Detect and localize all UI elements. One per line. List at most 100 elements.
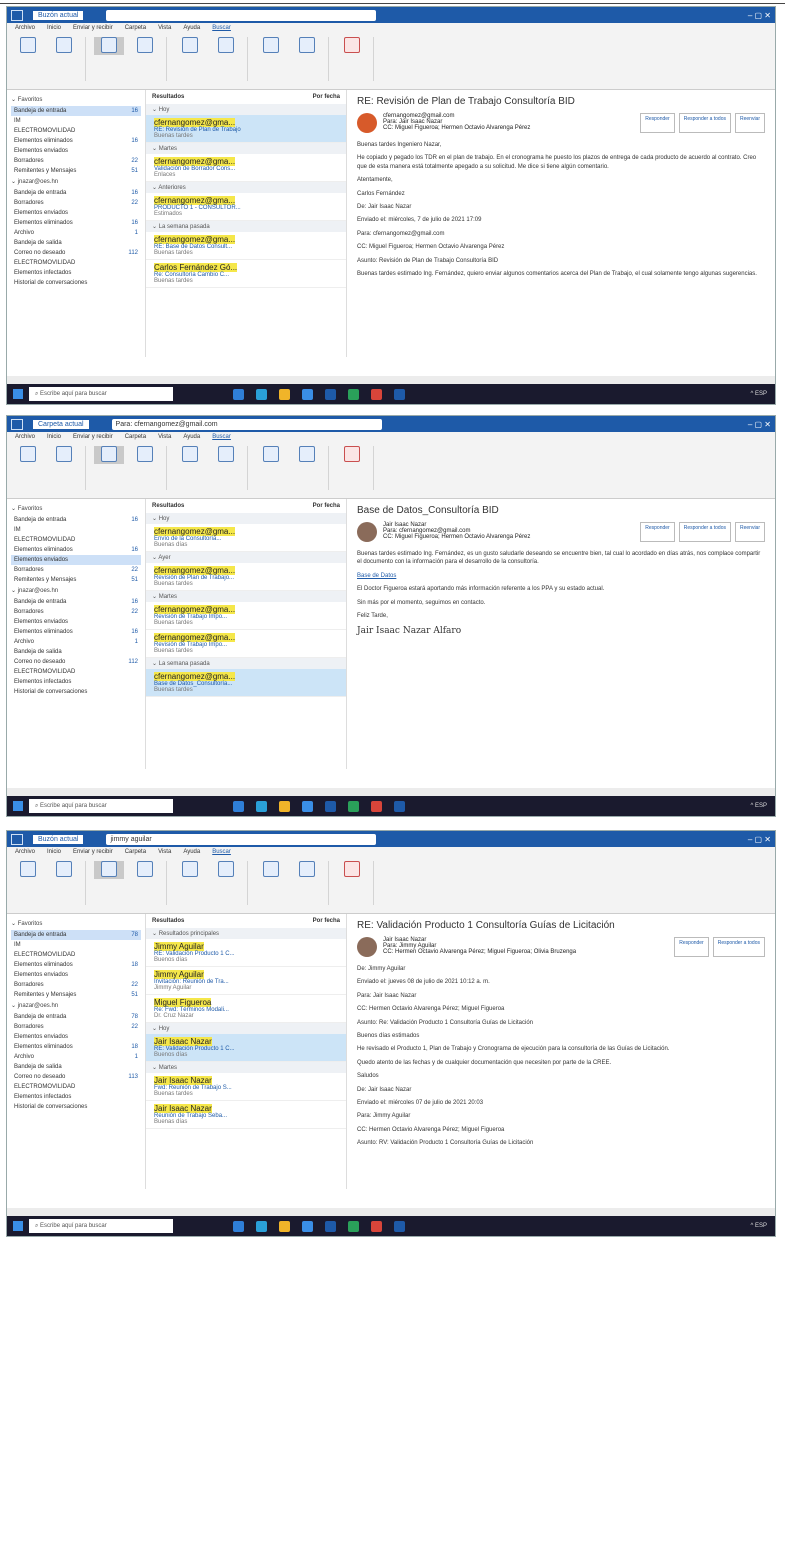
folder-item[interactable]: Elementos eliminados 16 — [11, 545, 141, 555]
folder-item[interactable]: Correo no deseado 112 — [11, 248, 141, 258]
taskbar-app-icon[interactable] — [233, 800, 244, 812]
menu-tab[interactable]: Archivo — [15, 434, 35, 440]
menu-tab[interactable]: Enviar y recibir — [73, 434, 113, 440]
menu-tab[interactable]: Carpeta — [125, 434, 146, 440]
folder-item[interactable]: Correo no deseado 113 — [11, 1072, 141, 1082]
folder-item[interactable]: Bandeja de salida — [11, 1062, 141, 1072]
system-tray[interactable]: ^ ESP — [751, 803, 768, 809]
menu-tab[interactable]: Vista — [158, 25, 171, 31]
search-input[interactable]: jimmy aguilar — [106, 833, 377, 845]
folder-item[interactable]: Bandeja de salida — [11, 238, 141, 248]
taskbar-search-input[interactable]: ⌕ Escribe aquí para buscar — [29, 387, 173, 401]
menu-tab[interactable]: Archivo — [15, 25, 35, 31]
menu-tab[interactable]: Buscar — [212, 25, 231, 31]
list-item[interactable]: Jimmy Aguilar Invitación: Reunión de Tra.… — [146, 967, 346, 995]
ribbon-button[interactable] — [337, 446, 367, 464]
folder-item[interactable]: Elementos infectados — [11, 1092, 141, 1102]
taskbar-app-icon[interactable] — [394, 1220, 405, 1232]
list-group-header[interactable]: ⌄ La semana pasada — [146, 658, 346, 669]
folder-item[interactable]: Borradores 22 — [11, 156, 141, 166]
menu-tab[interactable]: Enviar y recibir — [73, 849, 113, 855]
folder-item[interactable]: Elementos enviados — [11, 555, 141, 565]
folder-item[interactable]: Archivo 1 — [11, 228, 141, 238]
account-header[interactable]: ⌄ jnazar@oes.hn — [11, 178, 141, 185]
ribbon-button[interactable] — [292, 37, 322, 55]
folder-item[interactable]: Historial de conversaciones — [11, 278, 141, 288]
search-input[interactable] — [106, 9, 377, 21]
menu-tab[interactable]: Buscar — [212, 434, 231, 440]
list-group-header[interactable]: ⌄ Martes — [146, 1062, 346, 1073]
taskbar-app-icon[interactable] — [256, 388, 267, 400]
account-header[interactable]: ⌄ jnazar@oes.hn — [11, 1002, 141, 1009]
list-item[interactable]: cfernangomez@gma... Revisión de Trabajo I… — [146, 602, 346, 630]
list-item[interactable]: cfernangomez@gma... Envío de la Consultor… — [146, 524, 346, 552]
favorites-header[interactable]: ⌄ Favoritos — [11, 505, 141, 512]
sort-dropdown[interactable]: Por fecha — [313, 918, 340, 924]
menu-tab[interactable]: Vista — [158, 849, 171, 855]
folder-item[interactable]: Borradores 22 — [11, 565, 141, 575]
list-item[interactable]: cfernangomez@gma... RE: Revisión de Plan … — [146, 115, 346, 143]
reply-button[interactable]: Responder — [640, 522, 675, 542]
ribbon-button[interactable] — [94, 37, 124, 55]
folder-item[interactable]: ELECTROMOVILIDAD — [11, 126, 141, 136]
reply-button[interactable]: Reenviar — [734, 113, 765, 133]
taskbar-app-icon[interactable] — [233, 1220, 244, 1232]
ribbon-button[interactable] — [175, 446, 205, 464]
ribbon-button[interactable] — [130, 37, 160, 55]
ribbon-button[interactable] — [256, 446, 286, 464]
list-item[interactable]: Miguel Figueroa Re: Fwd: Términos Modali.… — [146, 995, 346, 1023]
taskbar-app-icon[interactable] — [279, 388, 290, 400]
quick-access-icon[interactable] — [11, 418, 23, 430]
folder-item[interactable]: Remitentes y Mensajes 51 — [11, 575, 141, 585]
folder-item[interactable]: Elementos enviados — [11, 208, 141, 218]
folder-item[interactable]: ELECTROMOVILIDAD — [11, 950, 141, 960]
folder-item[interactable]: Elementos eliminados 16 — [11, 136, 141, 146]
folder-item[interactable]: Bandeja de entrada 16 — [11, 515, 141, 525]
scope-dropdown[interactable]: Buzón actual — [33, 834, 84, 844]
folder-item[interactable]: Archivo 1 — [11, 1052, 141, 1062]
attachment-link[interactable]: Base de Datos — [357, 572, 765, 580]
list-group-header[interactable]: ⌄ Resultados principales — [146, 928, 346, 939]
ribbon-button[interactable] — [13, 861, 43, 879]
folder-item[interactable]: Elementos eliminados 18 — [11, 1042, 141, 1052]
windows-start-icon[interactable] — [13, 1221, 23, 1231]
taskbar-app-icon[interactable] — [279, 800, 290, 812]
list-item[interactable]: cfernangomez@gma... Revisión de Trabajo I… — [146, 630, 346, 658]
taskbar-search-input[interactable]: ⌕ Escribe aquí para buscar — [29, 799, 173, 813]
folder-item[interactable]: Borradores 22 — [11, 607, 141, 617]
taskbar-app-icon[interactable] — [325, 800, 336, 812]
reply-button[interactable]: Responder a todos — [712, 937, 765, 957]
folder-item[interactable]: Elementos eliminados 18 — [11, 960, 141, 970]
menu-tab[interactable]: Ayuda — [183, 25, 200, 31]
ribbon-button[interactable] — [130, 446, 160, 464]
folder-item[interactable]: Elementos enviados — [11, 1032, 141, 1042]
ribbon-button[interactable] — [94, 446, 124, 464]
ribbon-button[interactable] — [211, 37, 241, 55]
folder-item[interactable]: Borradores 22 — [11, 198, 141, 208]
taskbar-app-icon[interactable] — [256, 1220, 267, 1232]
list-group-header[interactable]: ⌄ Martes — [146, 143, 346, 154]
account-header[interactable]: ⌄ jnazar@oes.hn — [11, 587, 141, 594]
list-group-header[interactable]: ⌄ Hoy — [146, 513, 346, 524]
window-controls[interactable]: – ▢ ✕ — [748, 835, 771, 844]
list-item[interactable]: Carlos Fernández Gó... Re: Consultoría Ca… — [146, 260, 346, 288]
menu-tab[interactable]: Carpeta — [125, 849, 146, 855]
menu-tab[interactable]: Buscar — [212, 849, 231, 855]
taskbar-app-icon[interactable] — [256, 800, 267, 812]
folder-item[interactable]: Remitentes y Mensajes 51 — [11, 990, 141, 1000]
reply-button[interactable]: Responder — [674, 937, 709, 957]
taskbar-app-icon[interactable] — [325, 1220, 336, 1232]
favorites-header[interactable]: ⌄ Favoritos — [11, 96, 141, 103]
taskbar-app-icon[interactable] — [302, 388, 313, 400]
folder-item[interactable]: Bandeja de entrada 78 — [11, 930, 141, 940]
list-item[interactable]: cfernangomez@gma... Validación de Borrado… — [146, 154, 346, 182]
favorites-header[interactable]: ⌄ Favoritos — [11, 920, 141, 927]
ribbon-button[interactable] — [211, 861, 241, 879]
folder-item[interactable]: Elementos infectados — [11, 677, 141, 687]
list-item[interactable]: Jair Isaac Nazar RE: Validación Producto … — [146, 1034, 346, 1062]
list-item[interactable]: Jair Isaac Nazar Reunión de Trabajo Seba.… — [146, 1101, 346, 1129]
folder-item[interactable]: ELECTROMOVILIDAD — [11, 1082, 141, 1092]
ribbon-button[interactable] — [49, 446, 79, 464]
menu-tab[interactable]: Inicio — [47, 25, 61, 31]
taskbar-app-icon[interactable] — [233, 388, 244, 400]
